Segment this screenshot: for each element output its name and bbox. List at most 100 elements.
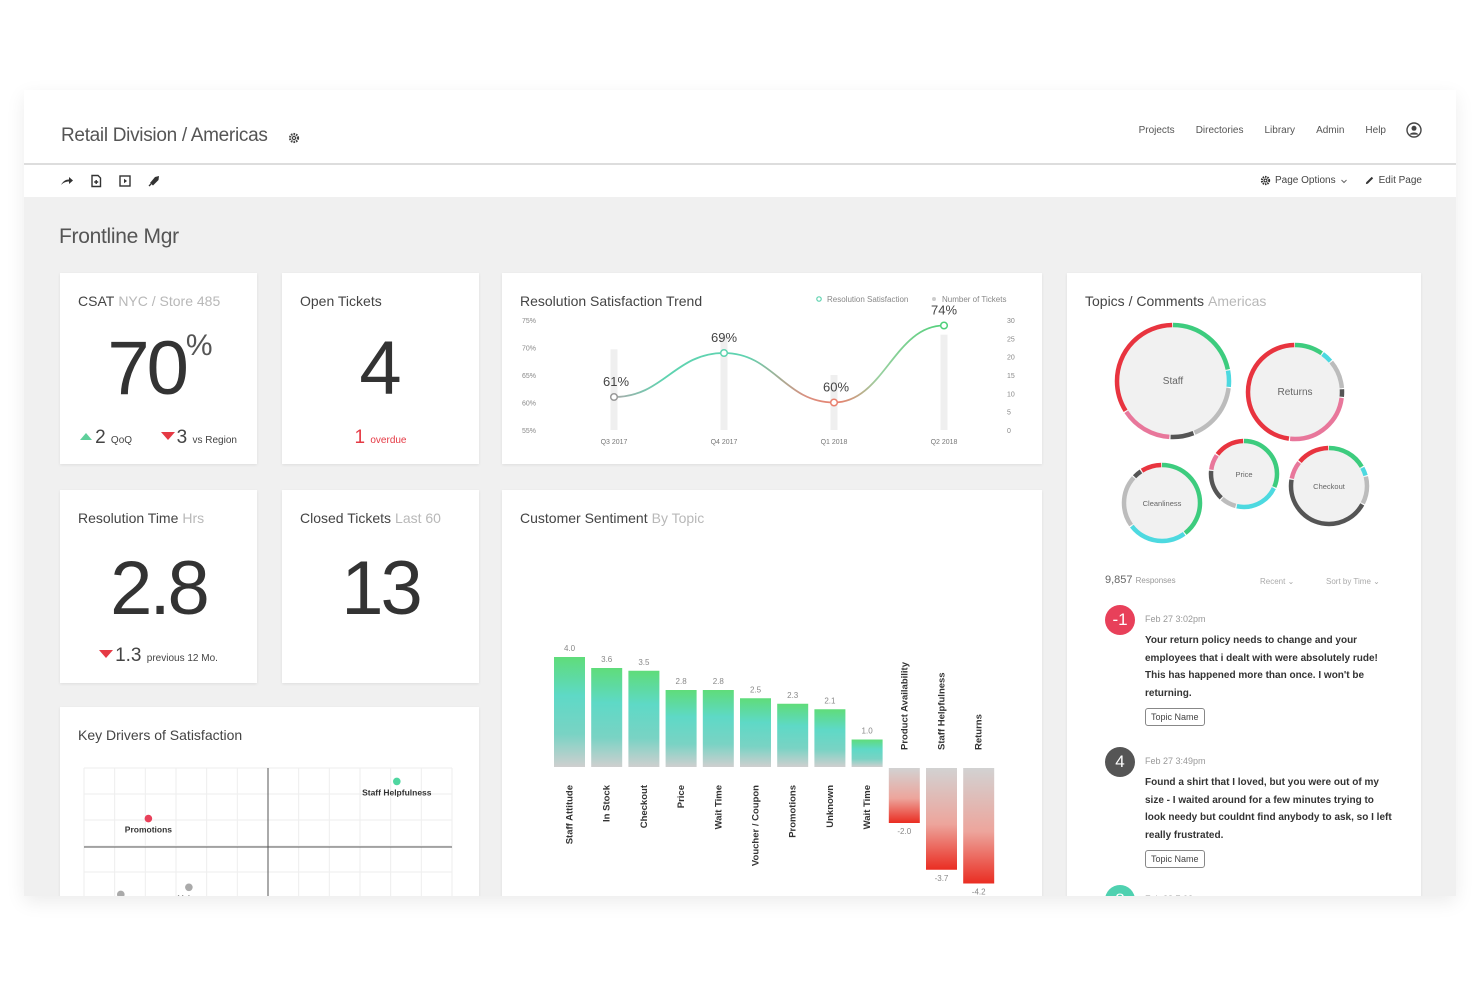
key-drivers-chart: Staff Helpfulness Promotions Value [83, 767, 453, 896]
share-icon[interactable] [60, 174, 74, 188]
present-icon[interactable] [118, 174, 132, 188]
sentiment-bar [665, 690, 697, 767]
score-badge: 4 [1105, 747, 1135, 777]
bar-value-label: 3.6 [601, 655, 613, 664]
comment-date: Feb 28 7:02am [1145, 894, 1206, 896]
bubble-label: Cleanliness [1143, 499, 1182, 508]
overdue-info: 1 overdue [282, 427, 479, 449]
closed-tickets-value: 13 [341, 546, 423, 631]
y-tick-label: 65% [522, 373, 536, 380]
arrow-down-icon [99, 650, 114, 658]
data-point [829, 398, 839, 407]
data-point [719, 348, 729, 358]
bar-value-label: 2.8 [676, 677, 688, 686]
sentiment-chart: 4.0 Staff Attitude 3.6 In Stock 3.5 Checkout 2… [554, 644, 995, 897]
user-avatar-icon[interactable] [1406, 122, 1422, 138]
gear-icon[interactable] [288, 132, 300, 144]
legend-label: Resolution Satisfaction [827, 295, 908, 304]
bar-value-label: 3.5 [638, 658, 650, 667]
delta-value: 1.3 [115, 645, 142, 666]
closed-tickets-card[interactable]: Closed Tickets Last 60 13 [282, 490, 479, 683]
data-label: 69% [711, 330, 737, 345]
arrow-up-icon [80, 433, 93, 440]
app-title: Retail Division / Americas [61, 125, 268, 146]
category-label: In Stock [602, 784, 613, 822]
delta-down-label: vs Region [192, 435, 237, 446]
topic-tag-button[interactable]: Topic Name [1145, 708, 1205, 726]
resolution-time-card[interactable]: Resolution Time Hrs 2.8 1.3 previous 12 M… [60, 490, 257, 683]
sort-label: Sort by Time [1326, 577, 1371, 586]
bar-value-label: 2.5 [750, 685, 762, 694]
data-label: 61% [603, 374, 629, 389]
topic-tag-button[interactable]: Topic Name [1145, 850, 1205, 868]
topic-bubble[interactable]: Checkout [1288, 445, 1370, 527]
topic-bubble[interactable]: Price [1208, 438, 1280, 510]
comment-item: 4 Feb 27 3:49pm Found a shirt that I lov… [1105, 747, 1392, 877]
nav-help[interactable]: Help [1365, 125, 1386, 136]
bubble-label: Checkout [1313, 482, 1346, 491]
sentiment-bar [554, 657, 585, 767]
driver-label: Staff Helpfulness [362, 787, 432, 797]
chevron-down-icon [1340, 179, 1347, 183]
page-options-button[interactable]: Page Options [1260, 175, 1352, 186]
bar-value-label: -3.7 [935, 874, 949, 883]
bookmark-tag-icon[interactable] [147, 174, 161, 188]
bar-value-label: 2.8 [713, 677, 725, 686]
arrow-down-icon [160, 432, 175, 440]
data-label: 60% [823, 380, 849, 395]
overdue-count: 1 [354, 427, 366, 448]
bubble-label: Returns [1277, 387, 1312, 398]
csat-subtitle: NYC / Store 485 [118, 293, 221, 309]
topic-bubble[interactable]: Returns [1245, 342, 1345, 442]
x-tick-label: Q3 2017 [601, 439, 628, 446]
data-point [939, 321, 949, 330]
open-tickets-title: Open Tickets [300, 293, 382, 309]
sentiment-bar [963, 768, 995, 884]
category-label: Staff Helpfulness [937, 672, 948, 750]
sentiment-card[interactable]: Customer Sentiment By Topic 4.0 Staff Atti… [502, 490, 1042, 896]
y2-tick-label: 20 [1007, 355, 1015, 362]
page-toolbar: Page Options Edit Page [24, 165, 1456, 197]
y-tick-label: 75% [522, 318, 536, 325]
add-document-icon[interactable] [89, 174, 103, 188]
csat-unit: % [185, 329, 213, 362]
open-tickets-card[interactable]: Open Tickets 4 1 overdue [282, 273, 479, 464]
sentiment-bar [702, 690, 734, 767]
edit-page-button[interactable]: Edit Page [1364, 175, 1422, 186]
category-label: Wait Time [713, 785, 724, 829]
x-tick-label: Q2 2018 [931, 439, 958, 446]
main-nav: Projects Directories Library Admin Help [1118, 122, 1422, 138]
topic-bubble[interactable]: Staff [1114, 322, 1232, 440]
resolution-time-unit: Hrs [182, 510, 205, 526]
trend-chart: Resolution Satisfaction Number of Tickets… [522, 295, 1015, 446]
recent-filter-dropdown[interactable]: Recent ⌄ [1260, 577, 1294, 586]
score-badge: 8 [1105, 885, 1135, 896]
legend-marker [932, 297, 936, 301]
topics-title: Topics / Comments [1085, 293, 1205, 309]
trend-card[interactable]: Resolution Satisfaction Trend Resolution… [502, 273, 1042, 464]
bar-value-label: 2.1 [824, 696, 836, 705]
nav-directories[interactable]: Directories [1196, 125, 1244, 136]
csat-deltas: 2 QoQ 3 vs Region [60, 427, 257, 449]
nav-library[interactable]: Library [1264, 125, 1295, 136]
closed-tickets-period: Last 60 [395, 510, 441, 526]
sort-dropdown[interactable]: Sort by Time ⌄ [1326, 577, 1380, 586]
y-tick-label: 70% [522, 346, 536, 353]
bar-value-label: -4.2 [972, 888, 986, 897]
category-label: Product Availability [899, 661, 910, 750]
data-label: 74% [931, 303, 957, 318]
category-label: Returns [974, 714, 985, 750]
ticket-bar [610, 349, 618, 430]
category-label: Voucher / Coupon [751, 785, 762, 866]
nav-projects[interactable]: Projects [1139, 125, 1175, 136]
nav-admin[interactable]: Admin [1316, 125, 1344, 136]
sentiment-bar [851, 739, 883, 767]
csat-number: 70 [107, 326, 189, 411]
topic-bubble[interactable]: Cleanliness [1121, 462, 1203, 544]
gear-icon [1260, 175, 1271, 186]
csat-title: CSAT [78, 293, 115, 309]
overdue-label: overdue [370, 435, 407, 446]
topics-card[interactable]: Topics / Comments Americas Staff Returns Pr… [1067, 273, 1421, 896]
key-drivers-card[interactable]: Key Drivers of Satisfaction Staff Helpfu… [60, 707, 479, 896]
csat-card[interactable]: CSAT NYC / Store 485 70% 2 QoQ 3 vs Regio… [60, 273, 257, 464]
